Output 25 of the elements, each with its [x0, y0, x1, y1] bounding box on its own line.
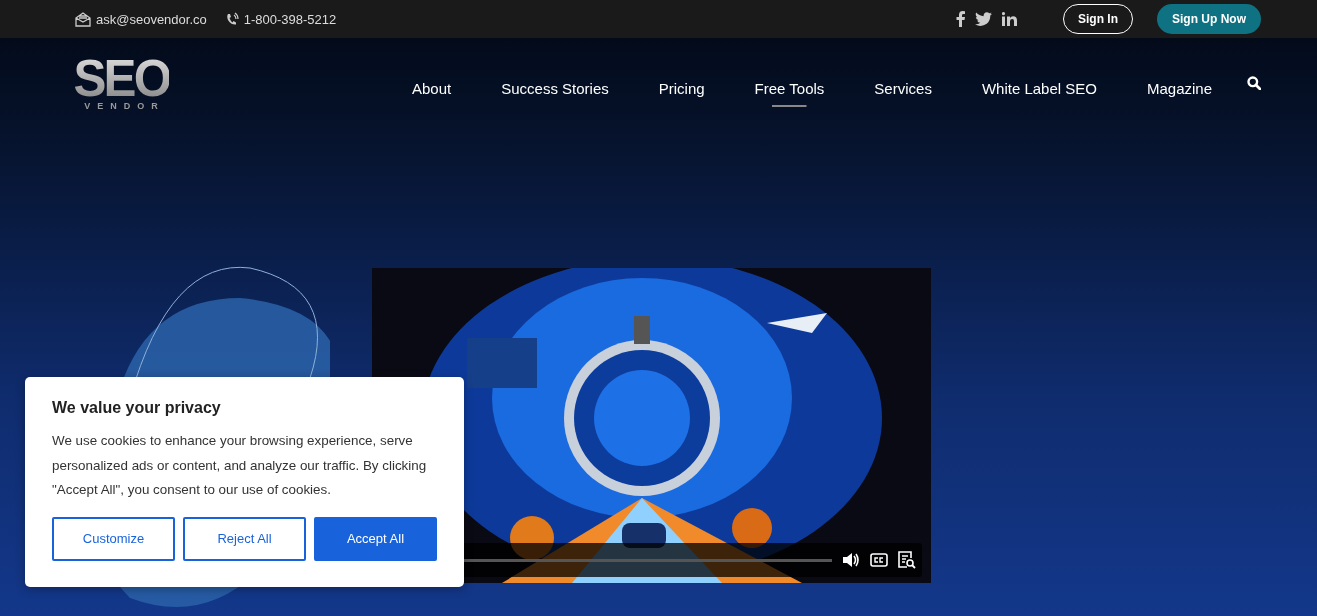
progress-track[interactable] [462, 558, 832, 562]
captions-icon[interactable] [870, 553, 888, 567]
cookie-option-button[interactable]: Reject All [183, 516, 306, 561]
email-icon [75, 11, 91, 27]
transcript-icon[interactable] [898, 551, 916, 569]
nav-link[interactable]: Success Stories [501, 71, 609, 107]
nav-link[interactable]: Magazine [1146, 71, 1212, 107]
nav-link[interactable]: Services [874, 71, 932, 107]
cookie-option-button[interactable]: Customize [52, 516, 175, 561]
logo-subtitle: VENDOR [84, 101, 165, 111]
nav-link[interactable]: About [412, 71, 452, 107]
nav-link[interactable]: Pricing [658, 71, 705, 107]
nav-link[interactable]: White Label SEO [981, 71, 1097, 107]
sign-up-button[interactable]: Sign Up Now [1157, 4, 1261, 34]
dialog-title: We value your privacy [52, 399, 222, 417]
linkedin-icon[interactable] [1002, 12, 1017, 26]
phone-number[interactable]: 1-800-398-5212 [243, 11, 337, 27]
volume-icon[interactable] [842, 552, 860, 568]
facebook-icon[interactable] [956, 11, 965, 27]
phone-icon [224, 11, 239, 27]
email-address[interactable]: ask@seovendor.co [96, 11, 207, 27]
search-icon[interactable] [1247, 76, 1261, 90]
accept-button[interactable]: Accept All [314, 516, 437, 561]
dialog-text: We use cookies to enhance your browsing experience, serve personalized ads or content, and analyze our traffic. By clicking "Accept All", you consent to our use of cookies. [52, 432, 428, 499]
twitter-icon[interactable] [975, 12, 992, 26]
